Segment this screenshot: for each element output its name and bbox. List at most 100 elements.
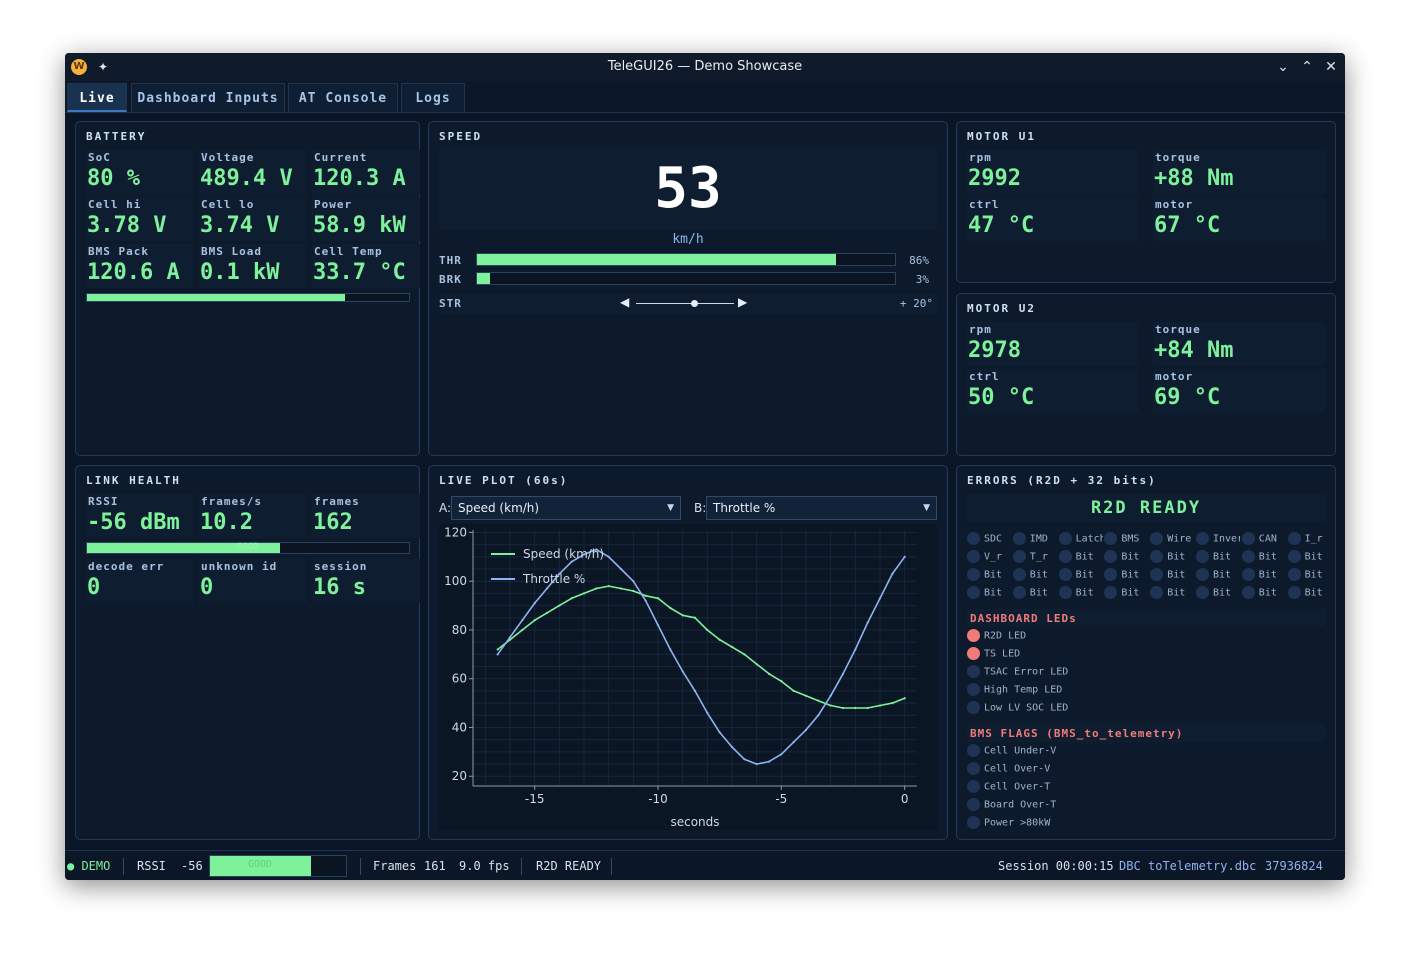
link-health-title: LINK HEALTH — [86, 474, 181, 487]
error-bit-indicator — [967, 586, 980, 599]
error-bit-label: Bit — [1304, 569, 1323, 581]
error-bit: T_r — [1012, 550, 1057, 566]
brake-percent: 3% — [915, 273, 929, 286]
throttle-label: THR — [439, 254, 462, 267]
battery-label: SoC — [88, 151, 111, 164]
close-icon[interactable]: ✕ — [1321, 57, 1341, 77]
dashboard-led-item: TS LED — [967, 647, 1167, 663]
bms-flag-indicator — [967, 744, 980, 757]
battery-cell: Power 58.9 kW — [312, 197, 420, 241]
status-dbc-file: toTelemetry.dbc — [1148, 859, 1257, 873]
series-point-1 — [903, 555, 906, 558]
battery-value: 0.1 kW — [200, 260, 280, 285]
motor-u2-value: 69 °C — [1154, 385, 1221, 410]
maximize-icon[interactable]: ⌃ — [1297, 57, 1317, 77]
series-point-0 — [521, 628, 524, 632]
motor-u1-cell: rpm 2992 — [967, 150, 1139, 194]
dashboard-led-item: R2D LED — [967, 629, 1167, 645]
battery-panel: BATTERY SoC 80 % Voltage 489.4 V Current 120.… — [75, 121, 420, 456]
error-bit-indicator — [1287, 586, 1301, 599]
tab-logs[interactable]: Logs — [401, 83, 465, 112]
error-bit: V_r — [967, 550, 1011, 566]
error-bit-indicator — [1012, 568, 1026, 581]
motor-u2-cell: torque +84 Nm — [1153, 322, 1325, 366]
motor-u2-label: rpm — [969, 323, 992, 336]
dashboard-led-label: Low LV SOC LED — [984, 702, 1069, 714]
tab-live[interactable]: Live — [67, 83, 127, 112]
series-point-0 — [669, 606, 672, 610]
battery-cell: Current 120.3 A — [312, 150, 420, 194]
status-dbc-label: DBC — [1119, 859, 1141, 873]
series-a-select[interactable]: Speed (km/h) ▼ — [451, 496, 681, 520]
error-bit-label: Bit — [1121, 587, 1140, 599]
link-value: 0 — [200, 575, 214, 600]
error-bit-label: Bit — [1121, 569, 1140, 581]
series-point-0 — [607, 584, 610, 588]
link-label: unknown id — [201, 560, 278, 573]
motor-u1-cell: torque +88 Nm — [1153, 150, 1325, 194]
series-point-0 — [582, 592, 586, 595]
series-point-1 — [656, 623, 660, 627]
motor-u2-panel: MOTOR U2 rpm 2978 torque +84 Nm ctrl 50 °C mot… — [956, 293, 1336, 456]
dashboard-led-label: R2D LED — [984, 630, 1027, 642]
motor-u2-title: MOTOR U2 — [967, 302, 1036, 315]
legend-label: Throttle % — [522, 572, 585, 586]
series-point-0 — [570, 597, 573, 600]
series-point-1 — [545, 587, 549, 590]
series-point-0 — [718, 638, 721, 641]
series-point-1 — [669, 648, 672, 651]
battery-value: 33.7 °C — [313, 260, 406, 285]
error-bit-label: Bit — [1075, 587, 1094, 599]
battery-cell: Cell lo 3.74 V — [199, 197, 307, 241]
status-bar: ● DEMO RSSI -56 GOOD Frames 161 9.0 fps … — [65, 850, 1345, 880]
y-tick-label: 100 — [444, 574, 467, 588]
error-bit: Bit — [1150, 568, 1194, 584]
series-point-0 — [866, 706, 869, 710]
series-point-0 — [817, 699, 820, 702]
tab-dashboard-inputs[interactable]: Dashboard Inputs — [131, 83, 285, 112]
series-point-1 — [780, 753, 783, 756]
series-point-1 — [804, 728, 808, 732]
error-bit: Bit — [1058, 568, 1103, 584]
status-frames-label: Frames — [373, 859, 417, 873]
error-bit: Bit — [1287, 586, 1332, 602]
series-point-0 — [854, 706, 857, 710]
status-divider — [521, 858, 522, 875]
series-point-0 — [878, 704, 882, 707]
series-point-0 — [496, 648, 499, 651]
series-point-1 — [693, 689, 697, 693]
error-bit-indicator — [1241, 586, 1255, 599]
error-bit-label: Bit — [984, 587, 1003, 599]
series-point-0 — [632, 589, 635, 593]
series-b-select[interactable]: Throttle % ▼ — [706, 496, 937, 520]
dashboard-led-indicator — [967, 701, 980, 714]
motor-u2-label: torque — [1155, 323, 1201, 336]
battery-value: 120.6 A — [87, 260, 180, 285]
motor-u2-cell: ctrl 50 °C — [967, 369, 1139, 413]
dashboard-led-label: TSAC Error LED — [984, 666, 1069, 678]
dashboard-led-label: TS LED — [984, 648, 1021, 660]
motor-u1-label: rpm — [969, 151, 992, 164]
error-bit: Bit — [1196, 568, 1240, 584]
bms-flag-label: Board Over-T — [984, 799, 1057, 811]
status-rssi-value: -56 — [181, 859, 203, 873]
battery-cell: BMS Pack 120.6 A — [86, 244, 194, 288]
minimize-icon[interactable]: ⌄ — [1273, 57, 1293, 77]
bms-flag-indicator — [967, 798, 980, 811]
motor-u1-value: 47 °C — [968, 213, 1035, 238]
throttle-bar-fill — [477, 254, 837, 265]
series-point-0 — [693, 616, 697, 619]
tab-at-console[interactable]: AT Console — [288, 83, 398, 112]
bms-flag-label: Power >80kW — [984, 817, 1051, 829]
bms-flag-item: Board Over-T — [967, 798, 1167, 814]
error-bit-label: Bit — [1167, 569, 1186, 581]
battery-label: Current — [314, 151, 368, 164]
battery-cell: SoC 80 % — [86, 150, 194, 194]
error-bit-indicator — [1058, 586, 1072, 599]
error-bit: Wire — [1150, 532, 1194, 548]
motor-u1-panel: MOTOR U1 rpm 2992 torque +88 Nm ctrl 47 °C mot… — [956, 121, 1336, 283]
status-divider — [123, 858, 124, 875]
error-bit-indicator — [1287, 532, 1301, 545]
demo-mode-indicator: ● DEMO — [67, 859, 111, 873]
series-point-0 — [804, 694, 808, 697]
